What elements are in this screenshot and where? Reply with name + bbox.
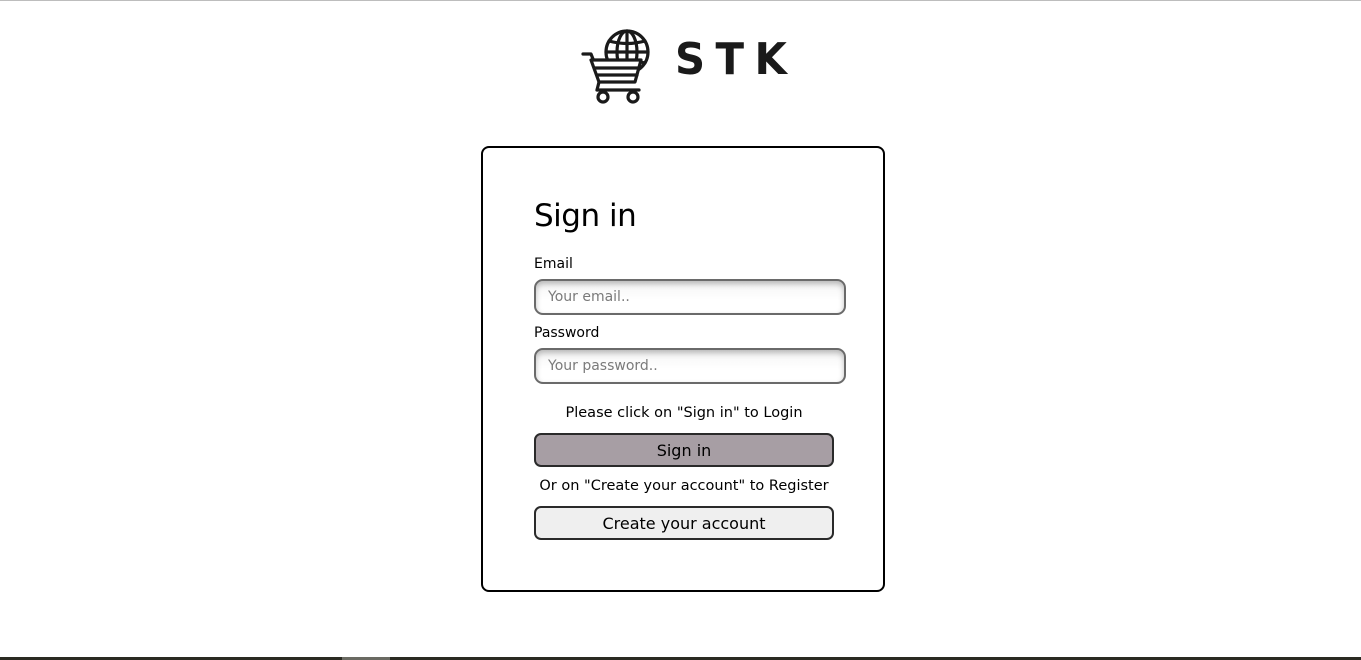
register-hint: Or on "Create your account" to Register — [539, 478, 829, 494]
top-divider — [0, 0, 1361, 1]
email-label: Email — [534, 256, 573, 272]
email-input[interactable] — [534, 279, 846, 315]
signin-card: Sign in Email Password Please click on "… — [481, 146, 885, 592]
password-input[interactable] — [534, 348, 846, 384]
login-hint: Please click on "Sign in" to Login — [565, 405, 803, 421]
password-label: Password — [534, 325, 600, 341]
brand-logo[interactable]: STK — [581, 20, 791, 104]
brand-name: STK — [675, 34, 798, 85]
create-account-button[interactable]: Create your account — [534, 506, 834, 540]
form-title: Sign in — [534, 198, 637, 234]
signin-button[interactable]: Sign in — [534, 433, 834, 467]
globe-cart-icon — [581, 20, 665, 104]
